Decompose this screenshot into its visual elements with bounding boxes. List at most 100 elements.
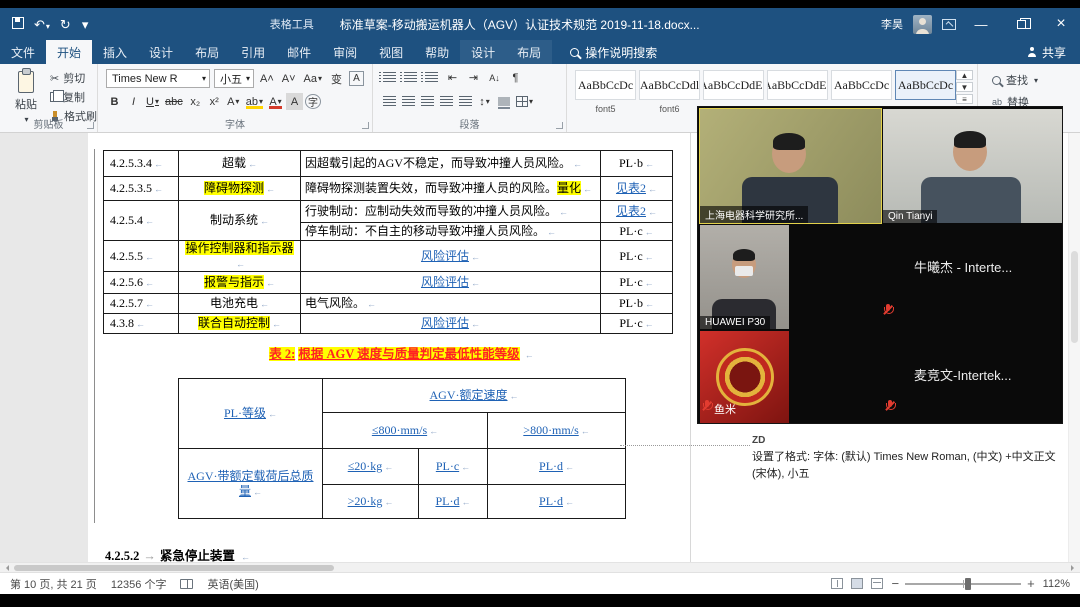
decrease-indent-button[interactable]: ⇤ (444, 69, 461, 86)
bullets-button[interactable] (381, 69, 398, 86)
table-cell[interactable]: ≤20·kg (323, 449, 419, 485)
table-cell[interactable]: PL·等级 (179, 379, 323, 449)
minimize-button[interactable]: — (966, 9, 996, 39)
table-cell[interactable]: AGV·带额定载荷后总质量 (179, 449, 323, 519)
save-button[interactable] (12, 17, 24, 31)
style-card[interactable]: AaBbCcDdl (639, 70, 700, 100)
table-cell[interactable]: PL·d (488, 485, 626, 519)
tab-table-layout[interactable]: 布局 (506, 40, 552, 64)
redo-button[interactable]: ↻ (60, 18, 71, 31)
tab-insert[interactable]: 插入 (92, 40, 138, 64)
increase-indent-button[interactable]: ⇥ (465, 69, 482, 86)
table-cell[interactable]: 操作控制器和指示器 (179, 241, 301, 272)
table-cell[interactable]: 4.2.5.3.4 (104, 151, 179, 177)
participant-name[interactable]: 麦竞文-Intertek... (914, 365, 1012, 384)
table-cell[interactable]: >20·kg (323, 485, 419, 519)
copy-button[interactable]: 复制 (50, 89, 97, 105)
table-cell[interactable]: 行驶制动：应制动失效而导致的冲撞人员风险。 (301, 201, 601, 223)
show-formatting-marks-button[interactable]: ¶ (507, 69, 524, 86)
user-avatar[interactable] (913, 15, 932, 34)
video-tile-active-speaker[interactable]: 上海电器科学研究所... (700, 109, 881, 223)
cut-button[interactable]: ✂剪切 (50, 70, 97, 86)
table-cell[interactable]: 风险评估 (301, 314, 601, 334)
table-cell[interactable]: 见表2 (601, 177, 673, 201)
table-cell[interactable]: 报警与指示 (179, 272, 301, 294)
table-cell[interactable]: 联合自动控制 (179, 314, 301, 334)
zoom-slider-thumb[interactable] (965, 578, 971, 590)
tab-references[interactable]: 引用 (230, 40, 276, 64)
font-name-combobox[interactable]: Times New R▾ (106, 69, 210, 88)
table-cell[interactable]: 风险评估 (301, 241, 601, 272)
font-color-button[interactable]: A▾ (267, 93, 284, 110)
restore-button[interactable] (1006, 9, 1036, 39)
table-cell[interactable]: 障碍物探测装置失效，而导致冲撞人员的风险。量化 (301, 177, 601, 201)
borders-button[interactable]: ▾ (514, 93, 535, 110)
cross-reference-link[interactable]: 风险评估 (421, 275, 469, 289)
shading-button[interactable] (495, 93, 512, 110)
tab-review[interactable]: 审阅 (322, 40, 368, 64)
vertical-scrollbar[interactable] (1068, 133, 1080, 562)
paragraph-dialog-launcher[interactable] (556, 122, 563, 129)
underline-button[interactable]: U▾ (144, 93, 161, 110)
language-indicator[interactable]: 英语(美国) (207, 576, 258, 592)
align-center-button[interactable] (400, 93, 417, 110)
table-cell[interactable]: 4.2.5.4 (104, 201, 179, 241)
multilevel-list-button[interactable] (423, 69, 440, 86)
cross-reference-link[interactable]: 风险评估 (421, 316, 469, 330)
table-cell[interactable]: PL·b (601, 294, 673, 314)
subscript-button[interactable]: x₂ (187, 93, 204, 110)
numbering-button[interactable] (402, 69, 419, 86)
undo-button[interactable]: ↶▾ (34, 18, 50, 31)
zoom-slider[interactable] (905, 583, 1021, 585)
gallery-scroll-up-button[interactable]: ▲ (956, 70, 973, 80)
format-change-balloon[interactable]: ZD 设置了格式: 字体: (默认) Times New Roman, (中文)… (752, 433, 1072, 483)
table-cell[interactable]: AGV·额定速度 (323, 379, 626, 413)
style-card[interactable]: AaBbCcDc (831, 70, 892, 100)
table-cell[interactable]: >800·mm/s (488, 413, 626, 449)
scroll-right-arrow[interactable] (1071, 565, 1077, 571)
table-cell[interactable]: 4.2.5.3.5 (104, 177, 179, 201)
strikethrough-button[interactable]: abc (163, 93, 185, 110)
table-cell[interactable]: 4.3.8 (104, 314, 179, 334)
bold-button[interactable]: B (106, 93, 123, 110)
style-card[interactable]: AaBbCcDdEe (703, 70, 764, 100)
table-cell[interactable]: PL·c (601, 314, 673, 334)
style-card-selected[interactable]: AaBbCcDc (895, 70, 956, 100)
account-user-name[interactable]: 李昊 (881, 16, 903, 32)
table-cell[interactable]: 风险评估 (301, 272, 601, 294)
tab-design[interactable]: 设计 (138, 40, 184, 64)
cross-reference-link[interactable]: 见表2 (616, 204, 646, 218)
cross-reference-link[interactable]: 风险评估 (421, 249, 469, 263)
table-cell[interactable]: 停车制动：不自主的移动导致冲撞人员风险。 (301, 223, 601, 241)
table-cell[interactable]: 超载 (179, 151, 301, 177)
zoom-level[interactable]: 112% (1043, 578, 1070, 590)
cross-reference-link[interactable]: 见表2 (616, 181, 646, 195)
share-button[interactable]: 共享 (1013, 40, 1080, 64)
word-count[interactable]: 12356 个字 (111, 576, 167, 592)
video-tile[interactable]: HUAWEI P30 (700, 225, 789, 329)
find-button[interactable]: 查找 ▾ (992, 72, 1038, 88)
justify-button[interactable] (438, 93, 455, 110)
document-page[interactable]: 4.2.5.3.4 超载 因超载引起的AGV不稳定，而导致冲撞人员风险。 PL·… (88, 133, 690, 562)
horizontal-scrollbar[interactable] (0, 562, 1080, 572)
text-effects-button[interactable]: A▾ (225, 93, 242, 110)
read-mode-button[interactable] (831, 578, 843, 589)
video-tile[interactable]: Qin Tianyi (883, 109, 1062, 223)
change-case-button[interactable]: Aa▾ (302, 70, 324, 87)
table-cell[interactable]: PL·d (419, 485, 488, 519)
table-cell[interactable]: PL·c (601, 272, 673, 294)
table-cell[interactable]: 因超载引起的AGV不稳定，而导致冲撞人员风险。 (301, 151, 601, 177)
zoom-out-button[interactable]: − (891, 577, 899, 590)
vertical-scroll-thumb[interactable] (1071, 251, 1078, 343)
table-cell[interactable]: PL·c (601, 223, 673, 241)
participant-name[interactable]: 牛曦杰 - Interte... (914, 257, 1012, 276)
proofing-icon[interactable] (180, 579, 193, 589)
table-cell[interactable]: PL·d (488, 449, 626, 485)
table-cell[interactable]: 见表2 (601, 201, 673, 223)
table-cell[interactable]: ≤800·mm/s (323, 413, 488, 449)
grow-font-button[interactable]: A˄ (258, 70, 276, 87)
phonetic-guide-button[interactable]: 变 (328, 70, 345, 87)
character-border-button[interactable]: A (349, 71, 364, 86)
tab-home[interactable]: 开始 (46, 40, 92, 64)
section-heading[interactable]: 4.2.5.2→紧急停止装置 (105, 545, 250, 562)
